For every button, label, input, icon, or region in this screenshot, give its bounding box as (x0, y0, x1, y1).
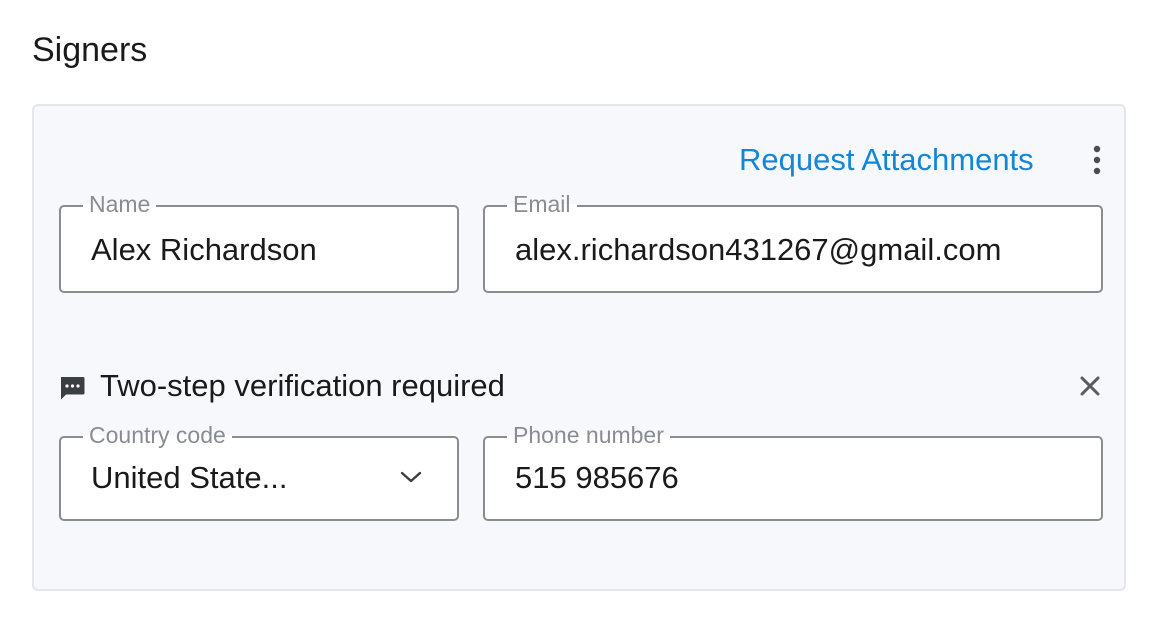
page: Signers Request Attachments Name Alex Ri… (0, 0, 1154, 618)
two-step-verification-text: Two-step verification required (100, 368, 505, 403)
section-title: Signers (32, 31, 148, 69)
request-attachments-link[interactable]: Request Attachments (739, 140, 1034, 180)
phone-number-label: Phone number (507, 421, 670, 449)
email-field-value[interactable]: alex.richardson431267@gmail.com (515, 231, 1001, 269)
chevron-down-icon[interactable] (399, 468, 423, 486)
message-icon (58, 374, 86, 402)
more-options-icon[interactable] (1082, 142, 1112, 178)
country-code-value[interactable]: United State... (91, 459, 287, 497)
name-field-label: Name (83, 190, 157, 218)
phone-number-value[interactable]: 515 985676 (515, 459, 679, 497)
country-code-label: Country code (83, 421, 232, 449)
email-field[interactable]: Email alex.richardson431267@gmail.com (483, 190, 1103, 293)
phone-number-field[interactable]: Phone number 515 985676 (483, 421, 1103, 521)
email-field-label: Email (507, 190, 577, 218)
name-field[interactable]: Name Alex Richardson (59, 190, 459, 293)
close-icon[interactable] (1078, 374, 1102, 398)
country-code-select[interactable]: Country code United State... (59, 421, 459, 521)
name-field-value[interactable]: Alex Richardson (91, 231, 317, 269)
signer-card: Request Attachments Name Alex Richardson… (32, 104, 1126, 591)
